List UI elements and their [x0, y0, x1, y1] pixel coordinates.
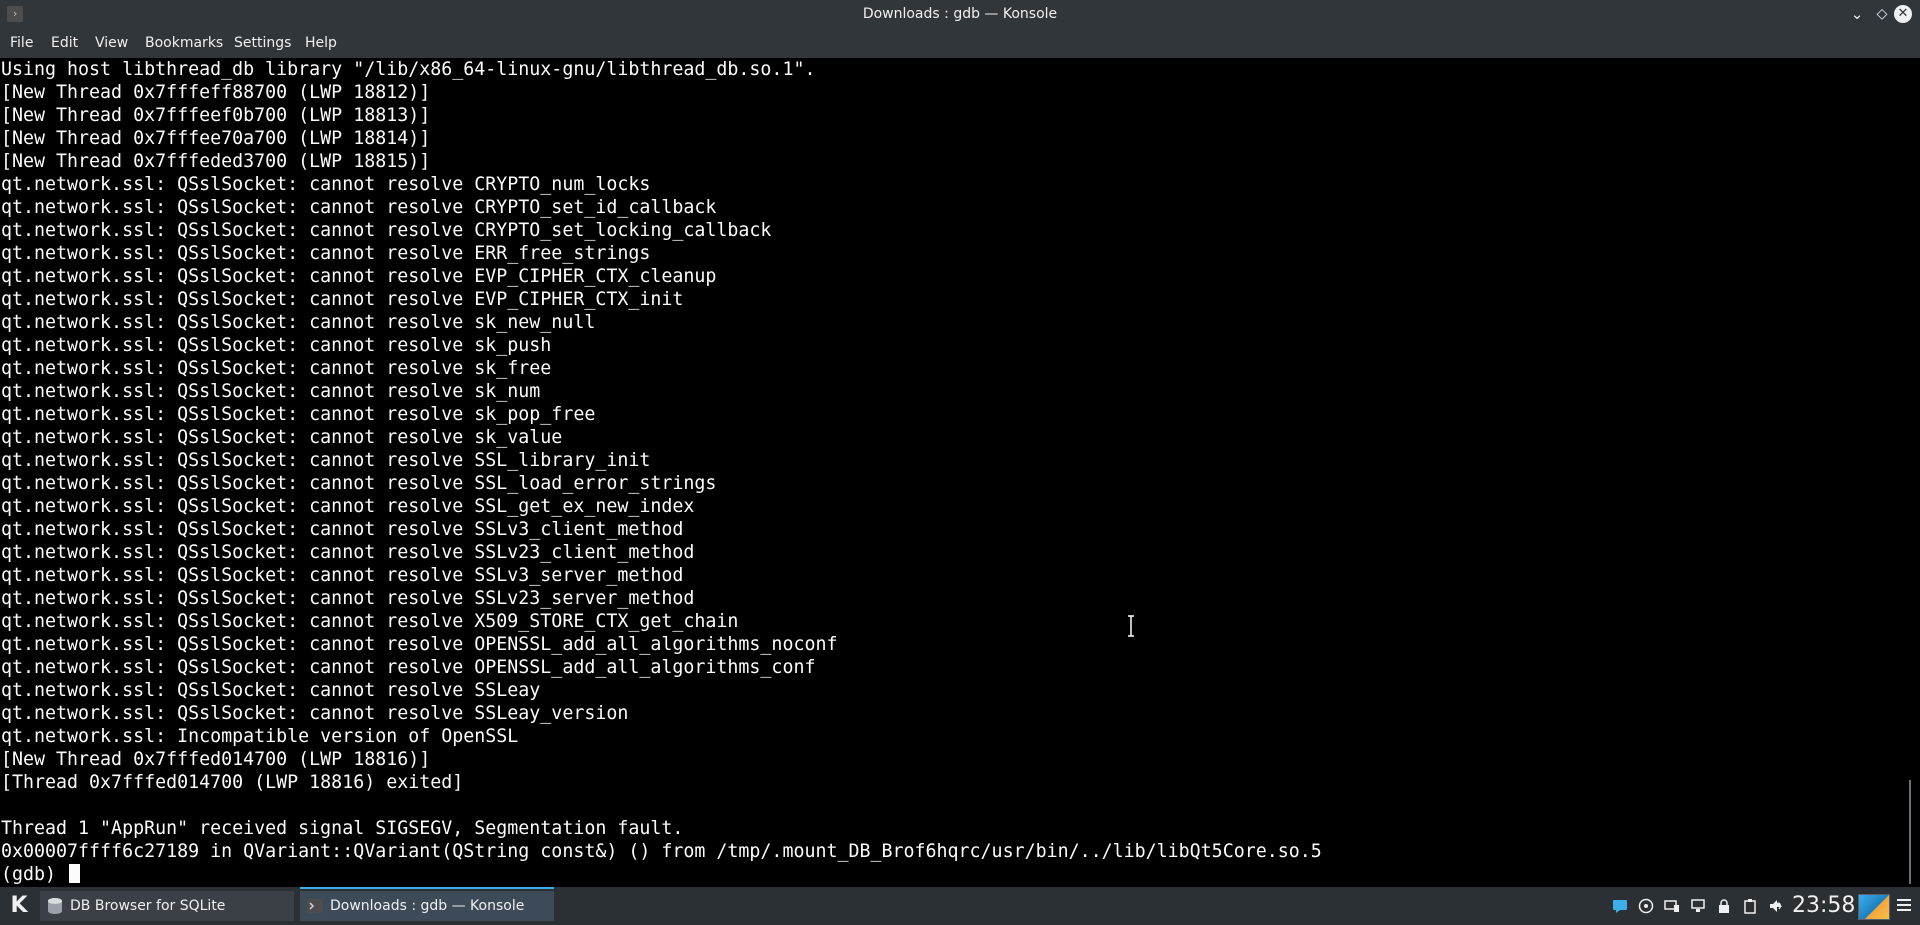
terminal-line: qt.network.ssl: QSslSocket: cannot resol…	[1, 358, 552, 379]
terminal-line: [New Thread 0x7fffeef0b700 (LWP 18813)]	[1, 105, 431, 126]
database-icon	[48, 898, 62, 914]
task-db-browser[interactable]: DB Browser for SQLite	[40, 891, 294, 921]
terminal-line: qt.network.ssl: QSslSocket: cannot resol…	[1, 450, 651, 471]
active-task-indicator	[300, 887, 554, 889]
menubar: File Edit View Bookmarks Settings Help	[0, 28, 1920, 58]
maximize-button[interactable]: ◇	[1872, 4, 1892, 24]
terminal-line: Using host libthread_db library "/lib/x8…	[1, 59, 816, 80]
terminal-line: qt.network.ssl: QSslSocket: cannot resol…	[1, 243, 651, 264]
window-title: Downloads : gdb — Konsole	[862, 6, 1058, 22]
terminal-line: qt.network.ssl: QSslSocket: cannot resol…	[1, 473, 717, 494]
scrollbar-thumb[interactable]	[1909, 780, 1911, 884]
show-desktop-button[interactable]	[1858, 894, 1890, 920]
task-label: DB Browser for SQLite	[70, 898, 226, 914]
menu-edit[interactable]: Edit	[47, 28, 82, 58]
lock-icon[interactable]	[1716, 898, 1732, 914]
display-icon[interactable]	[1664, 898, 1680, 914]
terminal-line: qt.network.ssl: QSslSocket: cannot resol…	[1, 197, 717, 218]
clock[interactable]: 23:58	[1792, 887, 1855, 925]
minimize-button[interactable]: ⌄	[1847, 4, 1867, 24]
terminal-line: qt.network.ssl: QSslSocket: cannot resol…	[1, 427, 563, 448]
menu-view[interactable]: View	[91, 28, 132, 58]
menu-bookmarks[interactable]: Bookmarks	[141, 28, 227, 58]
terminal-line: qt.network.ssl: QSslSocket: cannot resol…	[1, 404, 596, 425]
terminal-line: qt.network.ssl: QSslSocket: cannot resol…	[1, 266, 717, 287]
terminal-line: [New Thread 0x7fffeded3700 (LWP 18815)]	[1, 151, 431, 172]
terminal-line: qt.network.ssl: QSslSocket: cannot resol…	[1, 381, 541, 402]
network-globe-icon[interactable]	[1638, 898, 1654, 914]
task-konsole[interactable]: Downloads : gdb — Konsole	[300, 887, 554, 921]
terminal-line: qt.network.ssl: QSslSocket: cannot resol…	[1, 703, 629, 724]
terminal-line: qt.network.ssl: QSslSocket: cannot resol…	[1, 312, 596, 333]
menu-settings[interactable]: Settings	[230, 28, 295, 58]
terminal-line: qt.network.ssl: QSslSocket: cannot resol…	[1, 588, 695, 609]
network-icon[interactable]	[1690, 898, 1706, 914]
terminal-line: [New Thread 0x7fffeff88700 (LWP 18812)]	[1, 82, 431, 103]
terminal-line: qt.network.ssl: QSslSocket: cannot resol…	[1, 680, 541, 701]
application-launcher-icon[interactable]: K	[5, 892, 33, 920]
task-label: Downloads : gdb — Konsole	[330, 898, 525, 914]
terminal-line: qt.network.ssl: QSslSocket: cannot resol…	[1, 289, 684, 310]
clipboard-icon[interactable]	[1742, 898, 1758, 914]
terminal-line: qt.network.ssl: QSslSocket: cannot resol…	[1, 519, 684, 540]
terminal-line: qt.network.ssl: QSslSocket: cannot resol…	[1, 634, 838, 655]
terminal-line: [New Thread 0x7fffee70a700 (LWP 18814)]	[1, 128, 431, 149]
terminal-line: qt.network.ssl: QSslSocket: cannot resol…	[1, 220, 772, 241]
terminal-prompt-line[interactable]: (gdb)	[0, 863, 1908, 886]
terminal-line: qt.network.ssl: Incompatible version of …	[1, 726, 519, 747]
terminal-line: Thread 1 "AppRun" received signal SIGSEG…	[1, 818, 684, 839]
terminal-line: qt.network.ssl: QSslSocket: cannot resol…	[1, 174, 651, 195]
terminal-line: qt.network.ssl: QSslSocket: cannot resol…	[1, 542, 695, 563]
terminal-line: qt.network.ssl: QSslSocket: cannot resol…	[1, 657, 816, 678]
terminal-line: [Thread 0x7fffed014700 (LWP 18816) exite…	[1, 772, 464, 793]
terminal-line: qt.network.ssl: QSslSocket: cannot resol…	[1, 496, 695, 517]
window-titlebar: › Downloads : gdb — Konsole ⌄ ◇ ✕	[0, 0, 1920, 28]
ibeam-cursor-icon	[1128, 615, 1134, 637]
terminal-line: 0x00007ffff6c27189 in QVariant::QVariant…	[1, 841, 1322, 862]
expand-tray-icon[interactable]	[1772, 898, 1784, 910]
terminal-line: [New Thread 0x7fffed014700 (LWP 18816)]	[1, 749, 431, 770]
taskbar: K DB Browser for SQLite Downloads : gdb …	[0, 887, 1920, 925]
notification-icon[interactable]	[1612, 898, 1628, 914]
gdb-prompt: (gdb)	[1, 864, 68, 885]
terminal-output[interactable]: Using host libthread_db library "/lib/x8…	[0, 58, 1908, 887]
close-button[interactable]: ✕	[1894, 5, 1912, 23]
menu-help[interactable]: Help	[301, 28, 341, 58]
scrollbar[interactable]	[1908, 58, 1920, 887]
panel-menu-icon[interactable]	[1897, 899, 1911, 913]
terminal-icon	[307, 899, 323, 913]
terminal-line: qt.network.ssl: QSslSocket: cannot resol…	[1, 335, 552, 356]
terminal-line: qt.network.ssl: QSslSocket: cannot resol…	[1, 565, 684, 586]
terminal-line: qt.network.ssl: QSslSocket: cannot resol…	[1, 611, 739, 632]
menu-file[interactable]: File	[6, 28, 37, 58]
text-cursor	[69, 864, 81, 883]
